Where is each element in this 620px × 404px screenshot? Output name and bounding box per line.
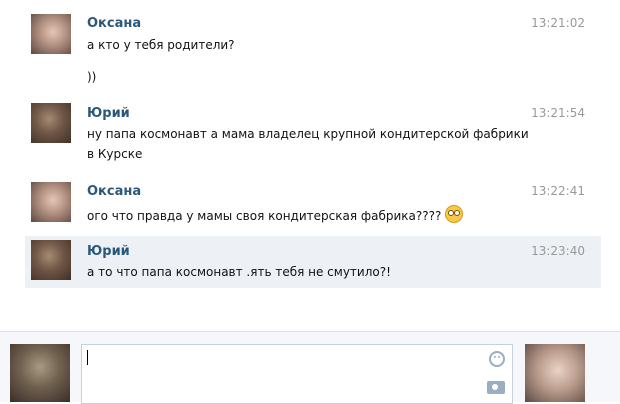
sender-name[interactable]: Оксана <box>87 184 141 199</box>
smile-icon[interactable] <box>489 351 505 367</box>
message-text: а кто у тебя родители? <box>87 38 235 52</box>
avatar[interactable] <box>31 14 71 54</box>
message-text: в Курске <box>87 147 143 161</box>
my-avatar[interactable] <box>10 344 70 402</box>
recipient-avatar[interactable] <box>525 344 585 402</box>
message-text: а то что папа космонавт .ять тебя не сму… <box>87 265 391 279</box>
message-text: ого что правда у мамы своя кондитерская … <box>87 205 537 225</box>
avatar[interactable] <box>31 240 71 280</box>
message-time: 13:23:40 <box>531 244 585 258</box>
sender-name[interactable]: Юрий <box>87 244 130 259</box>
message-item: Оксана 13:21:02 а кто у тебя родители? )… <box>25 8 601 88</box>
sender-name[interactable]: Юрий <box>87 106 130 121</box>
text-caret <box>87 350 88 365</box>
avatar[interactable] <box>31 103 71 143</box>
sender-name[interactable]: Оксана <box>87 16 141 31</box>
message-item: Юрий 13:21:54 ну папа космонавт а мама в… <box>25 96 601 174</box>
message-time: 13:22:41 <box>531 184 585 198</box>
message-input[interactable] <box>81 344 513 404</box>
camera-icon[interactable] <box>487 381 505 394</box>
message-text-content: ого что правда у мамы своя кондитерская … <box>87 209 442 223</box>
message-item-highlighted: Юрий 13:23:40 а то что папа космонавт .я… <box>25 236 601 288</box>
message-time: 13:21:02 <box>531 16 585 30</box>
flushed-face-emoji-icon <box>445 205 464 223</box>
message-composer <box>0 331 620 404</box>
message-text: ну папа космонавт а мама владелец крупно… <box>87 127 529 141</box>
message-item: Оксана 13:22:41 ого что правда у мамы св… <box>25 178 601 234</box>
avatar[interactable] <box>31 182 71 222</box>
message-time: 13:21:54 <box>531 106 585 120</box>
message-text: )) <box>87 70 97 84</box>
